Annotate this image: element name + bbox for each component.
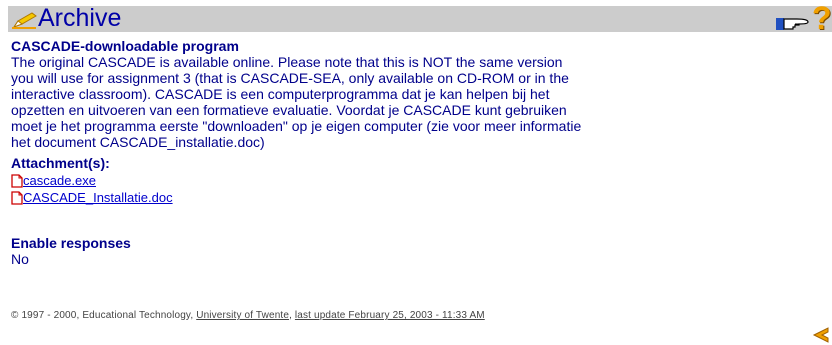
footer: © 1997 - 2000, Educational Technology, U… <box>11 309 485 322</box>
university-link[interactable]: University of Twente <box>196 310 289 321</box>
last-update-link[interactable]: last update February 25, 2003 - 11:33 AM <box>295 310 485 321</box>
item-description: The original CASCADE is available online… <box>11 54 832 150</box>
description-line: moet je het programma eerste "downloaden… <box>11 118 582 134</box>
description-line: opzetten en uitvoeren van een formatieve… <box>11 102 567 118</box>
responses-heading: Enable responses <box>11 235 131 251</box>
description-line: you will use for assignment 3 (that is C… <box>11 70 569 86</box>
item-title: CASCADE-downloadable program <box>11 38 239 54</box>
description-line: The original CASCADE is available online… <box>11 54 563 70</box>
attachment-link[interactable]: CASCADE_Installatie.doc <box>23 190 173 206</box>
attachment-link[interactable]: cascade.exe <box>23 173 96 189</box>
responses-value: No <box>11 251 29 267</box>
pen-icon <box>12 12 37 29</box>
page-title: Archive <box>38 4 122 32</box>
description-line: het document CASCADE_installatie.doc) <box>11 134 265 150</box>
attachments-heading: Attachment(s): <box>11 155 110 171</box>
attachment-item[interactable]: cascade.exe <box>11 173 96 189</box>
copyright-text: © 1997 - 2000, Educational Technology, <box>11 310 197 321</box>
description-line: interactive classroom). CASCADE is een c… <box>11 86 550 102</box>
back-arrow-icon[interactable] <box>812 325 832 345</box>
attachment-item[interactable]: CASCADE_Installatie.doc <box>11 190 173 206</box>
help-icon[interactable]: ? <box>812 1 832 35</box>
pointing-hand-icon[interactable] <box>775 12 809 32</box>
document-icon <box>11 174 23 188</box>
document-icon <box>11 191 23 205</box>
header-bar <box>8 6 832 32</box>
